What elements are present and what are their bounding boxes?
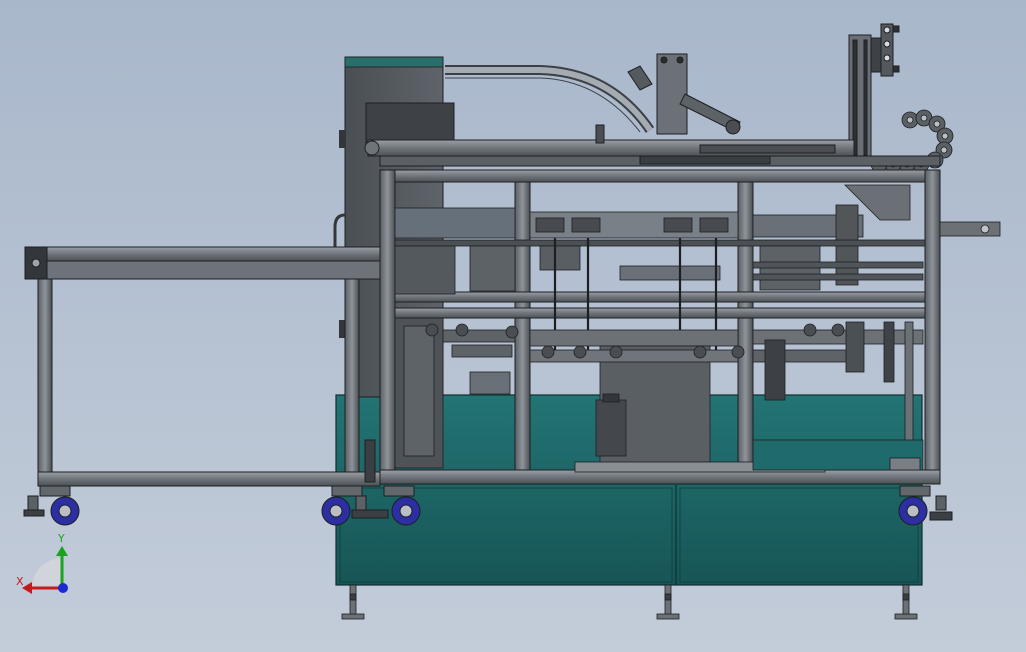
caster-right <box>898 485 953 526</box>
leveling-feet <box>341 584 918 620</box>
infeed-conveyor <box>24 246 381 487</box>
curved-guide-rail <box>445 65 655 133</box>
caster-left <box>23 485 80 526</box>
machine-drawing <box>22 23 1001 620</box>
triad-x-label: X <box>16 575 24 588</box>
triad-y-label: Y <box>58 532 65 545</box>
cad-viewport[interactable]: Y X <box>0 0 1026 652</box>
vertical-mast <box>848 23 900 161</box>
coordinate-triad-icon <box>22 546 68 594</box>
